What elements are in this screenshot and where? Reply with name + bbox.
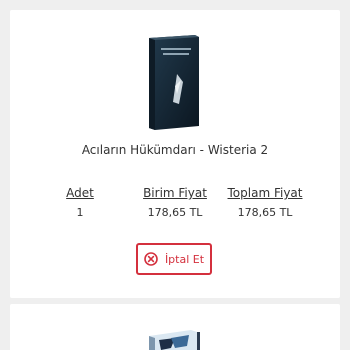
total-price-column: Toplam Fiyat 178,65 TL xyxy=(225,186,305,219)
product-title: Acıların Hükümdarı - Wisteria 2 xyxy=(81,143,269,157)
book-cover-image xyxy=(149,330,200,350)
total-price-header: Toplam Fiyat xyxy=(227,186,303,200)
x-circle-icon xyxy=(144,252,158,266)
unit-price-header: Birim Fiyat xyxy=(143,186,207,200)
book-cover-image xyxy=(149,35,199,130)
total-price-value: 178,65 TL xyxy=(237,206,293,219)
quantity-value: 1 xyxy=(76,206,84,219)
cancel-button[interactable]: İptal Et xyxy=(136,243,212,275)
unit-price-value: 178,65 TL xyxy=(147,206,203,219)
quantity-column: Adet 1 xyxy=(55,186,105,219)
unit-price-column: Birim Fiyat 178,65 TL xyxy=(135,186,215,219)
cart-page: Acıların Hükümdarı - Wisteria 2 Adet 1 B… xyxy=(0,0,350,350)
quantity-header: Adet xyxy=(66,186,94,200)
cancel-button-label: İptal Et xyxy=(164,252,205,266)
